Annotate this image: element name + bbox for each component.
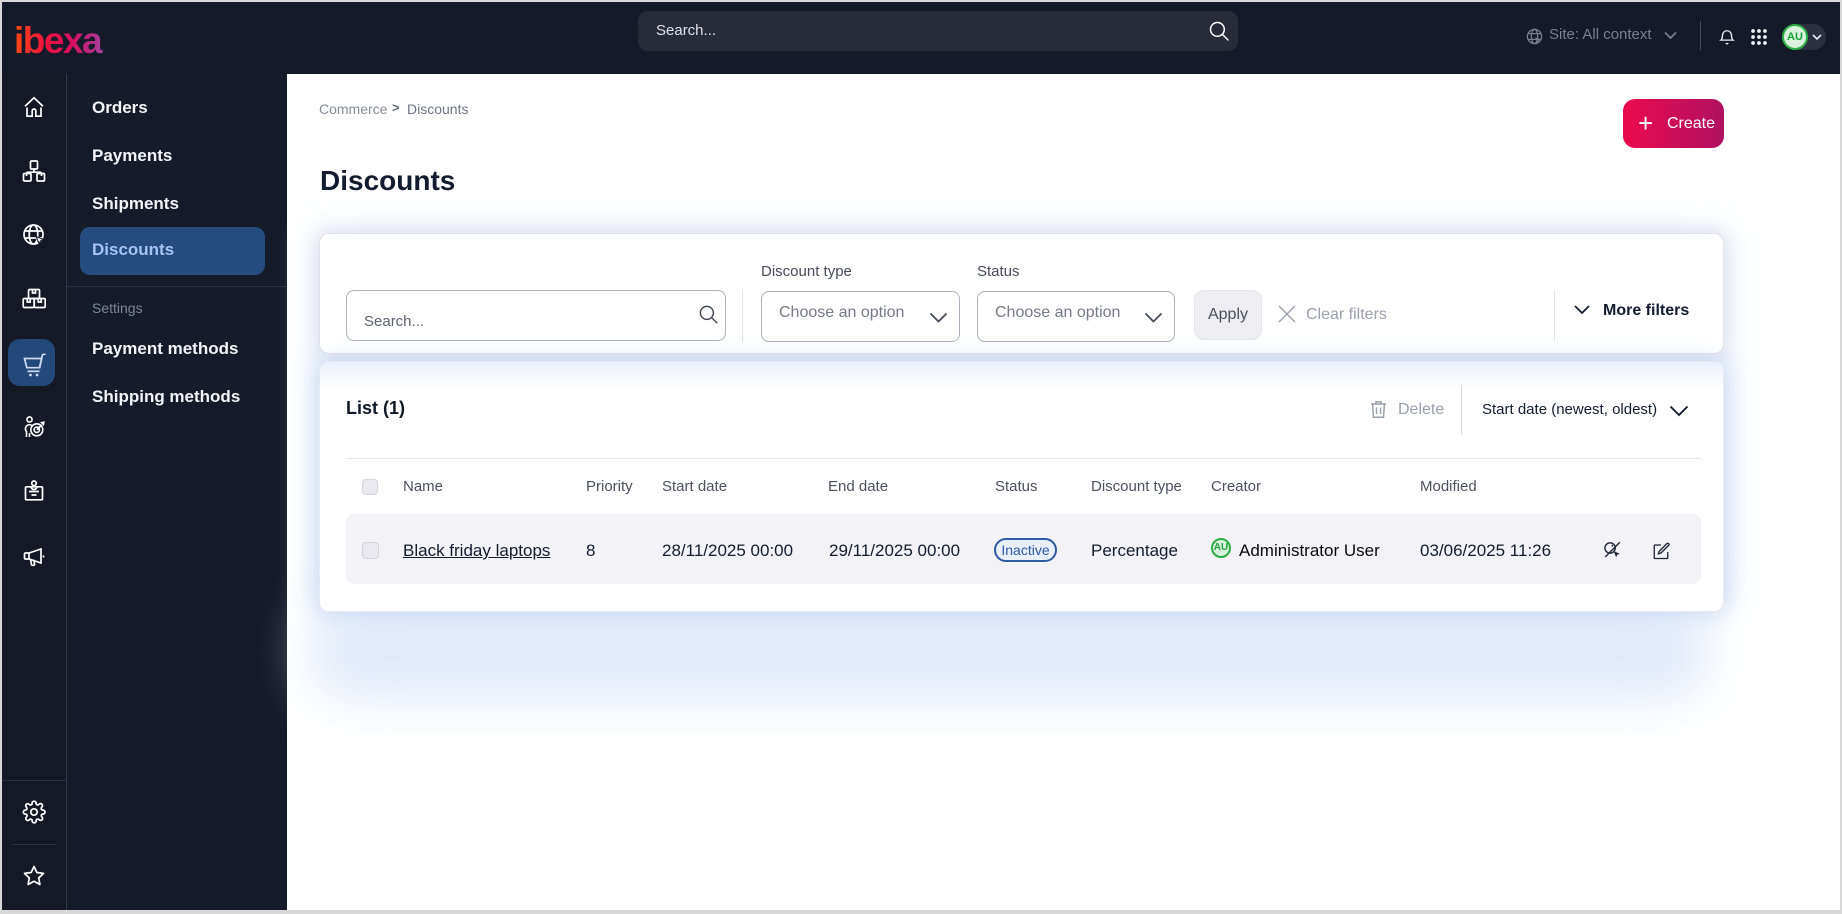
svg-text:ibexa: ibexa <box>14 20 103 61</box>
